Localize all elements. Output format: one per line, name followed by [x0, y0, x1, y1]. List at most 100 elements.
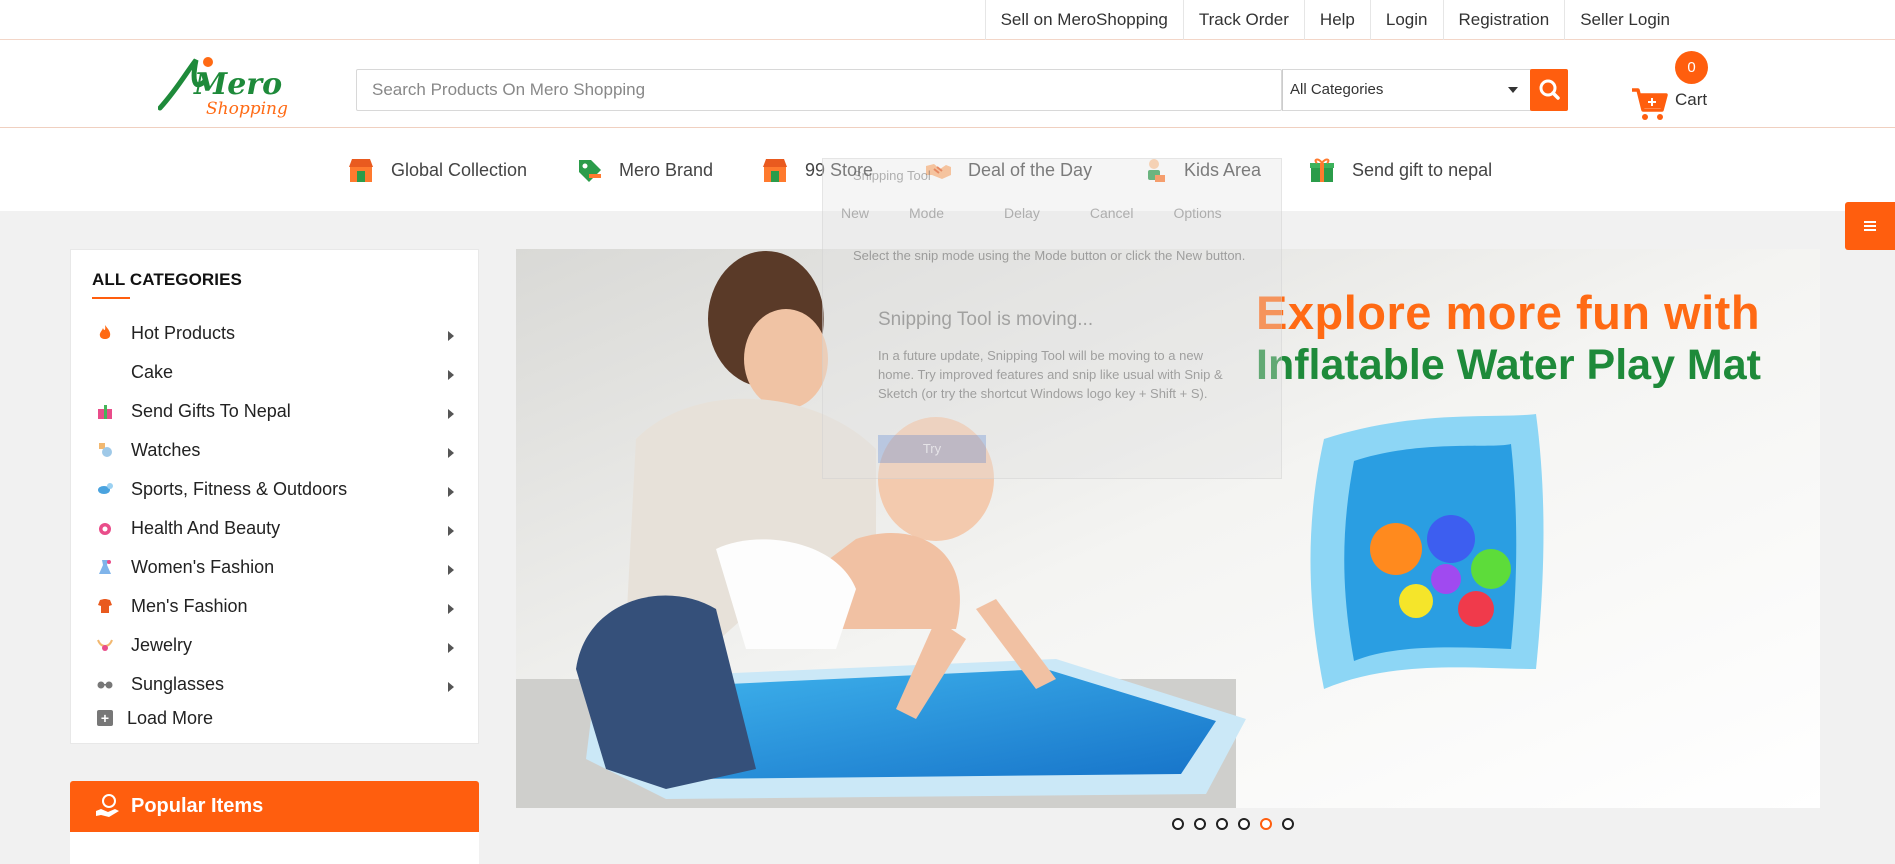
search-input[interactable] — [357, 70, 1282, 110]
chevron-right-icon — [448, 682, 454, 692]
chevron-right-icon — [448, 487, 454, 497]
popular-items-body — [70, 832, 479, 864]
category-item-womens-fashion[interactable]: Women's Fashion — [71, 548, 480, 587]
category-heading: ALL CATEGORIES — [92, 270, 243, 289]
carousel-dot[interactable] — [1238, 818, 1250, 830]
watch-icon — [99, 443, 112, 457]
gift-icon — [1310, 158, 1334, 182]
nav-label: Global Collection — [391, 159, 528, 180]
header: Mero Shopping All Categories — [0, 40, 1895, 128]
snipping-tool-hint: Select the snip mode using the Mode butt… — [853, 248, 1246, 263]
cart-count-badge: 0 — [1675, 51, 1708, 84]
help-link[interactable]: Help — [1303, 0, 1370, 40]
sports-icon — [98, 483, 113, 494]
shirt-icon — [98, 599, 112, 613]
category-label: Watches — [131, 440, 201, 460]
category-label: Sports, Fitness & Outdoors — [131, 479, 348, 499]
carousel-dot[interactable] — [1194, 818, 1206, 830]
chevron-right-icon — [448, 409, 454, 419]
cart-icon — [1632, 88, 1668, 120]
nav-label: Send gift to nepal — [1352, 159, 1493, 180]
snipping-tool-heading: Snipping Tool is moving... — [878, 309, 1094, 330]
carousel-dots — [1172, 818, 1304, 830]
chevron-right-icon — [448, 448, 454, 458]
category-label: Men's Fashion — [131, 596, 248, 616]
snip-cancel-button[interactable]: Cancel — [1090, 205, 1134, 221]
category-item-cake[interactable]: Cake — [71, 353, 480, 392]
snipping-tool-window: Snipping Tool New Mode Delay Cancel Opti… — [822, 158, 1282, 479]
chevron-right-icon — [448, 643, 454, 653]
category-label: Hot Products — [131, 323, 236, 343]
carousel-dot[interactable] — [1172, 818, 1184, 830]
nav-send-gift[interactable]: Send gift to nepal — [1308, 152, 1492, 188]
category-item-jewelry[interactable]: Jewelry — [71, 626, 480, 665]
snip-new-button[interactable]: New — [841, 205, 869, 221]
carousel-dot[interactable] — [1216, 818, 1228, 830]
search-icon — [1539, 79, 1560, 100]
category-label: Send Gifts To Nepal — [131, 401, 291, 421]
load-more-button[interactable]: + Load More — [97, 706, 213, 730]
category-list: Hot Products Cake Send Gifts To Nepal Wa… — [71, 314, 480, 704]
category-label: Jewelry — [131, 635, 193, 655]
top-bar: Sell on MeroShopping Track Order Help Lo… — [0, 0, 1895, 40]
carousel-dot[interactable] — [1282, 818, 1294, 830]
cart-label[interactable]: Cart — [1675, 90, 1707, 110]
category-item-hot-products[interactable]: Hot Products — [71, 314, 480, 353]
category-item-send-gifts[interactable]: Send Gifts To Nepal — [71, 392, 480, 431]
chevron-right-icon — [448, 526, 454, 536]
load-more-label: Load More — [127, 707, 214, 728]
nav-mero-brand[interactable]: Mero Brand — [575, 152, 713, 188]
logo-text-shopping: Shopping — [206, 99, 288, 119]
popular-items-header: Popular Items — [70, 781, 479, 832]
seller-login-link[interactable]: Seller Login — [1564, 0, 1685, 40]
top-links: Sell on MeroShopping Track Order Help Lo… — [984, 0, 1685, 40]
category-label: Cake — [131, 362, 174, 382]
category-item-sunglasses[interactable]: Sunglasses — [71, 665, 480, 704]
snip-options-button[interactable]: Options — [1173, 205, 1221, 221]
fire-icon — [99, 325, 111, 339]
snipping-tool-title: Snipping Tool — [853, 168, 931, 183]
gift-icon — [98, 405, 112, 419]
tag-icon — [579, 160, 601, 182]
nav-global-collection[interactable]: Global Collection — [347, 152, 527, 188]
banner-headline: Explore more fun with — [1256, 286, 1761, 339]
carousel-dot-active[interactable] — [1260, 818, 1272, 830]
track-order-link[interactable]: Track Order — [1182, 0, 1304, 40]
snipping-tool-try-button[interactable]: Try — [878, 435, 986, 463]
search-box — [356, 69, 1282, 111]
popular-items-title: Popular Items — [131, 795, 264, 817]
sunglasses-icon — [97, 681, 113, 689]
hand-coin-icon — [96, 794, 119, 817]
caret-down-icon — [1508, 87, 1518, 93]
logo[interactable]: Mero Shopping — [157, 50, 298, 120]
chevron-right-icon — [448, 604, 454, 614]
category-label: Women's Fashion — [131, 557, 275, 577]
search-button[interactable] — [1530, 69, 1568, 111]
chevron-right-icon — [448, 370, 454, 380]
dress-icon — [99, 560, 111, 574]
nav-label: Mero Brand — [619, 159, 714, 180]
jewelry-icon — [97, 639, 113, 651]
store-icon — [763, 159, 787, 182]
category-item-sports[interactable]: Sports, Fitness & Outdoors — [71, 470, 480, 509]
category-item-health-beauty[interactable]: Health And Beauty — [71, 509, 480, 548]
login-link[interactable]: Login — [1369, 0, 1443, 40]
sell-link[interactable]: Sell on MeroShopping — [984, 0, 1183, 40]
snipping-tool-body: In a future update, Snipping Tool will b… — [878, 348, 1223, 401]
chevron-right-icon — [448, 331, 454, 341]
category-item-watches[interactable]: Watches — [71, 431, 480, 470]
category-select-value: All Categories — [1290, 81, 1384, 98]
logo-text-mero: Mero — [193, 67, 282, 102]
beauty-icon — [99, 523, 111, 535]
snip-mode-button[interactable]: Mode — [909, 205, 944, 221]
category-panel: ALL CATEGORIES Hot Products Cake Send Gi… — [70, 249, 479, 744]
chevron-right-icon — [448, 565, 454, 575]
registration-link[interactable]: Registration — [1442, 0, 1565, 40]
category-item-mens-fashion[interactable]: Men's Fashion — [71, 587, 480, 626]
snip-delay-button[interactable]: Delay — [1004, 205, 1040, 221]
banner-subheadline: Inflatable Water Play Mat — [1256, 341, 1761, 389]
category-select[interactable]: All Categories — [1282, 69, 1531, 111]
snipping-tool-toolbar: New Mode Delay Cancel Options — [823, 193, 1283, 233]
side-menu-toggle[interactable] — [1845, 202, 1895, 250]
store-icon — [349, 159, 373, 182]
